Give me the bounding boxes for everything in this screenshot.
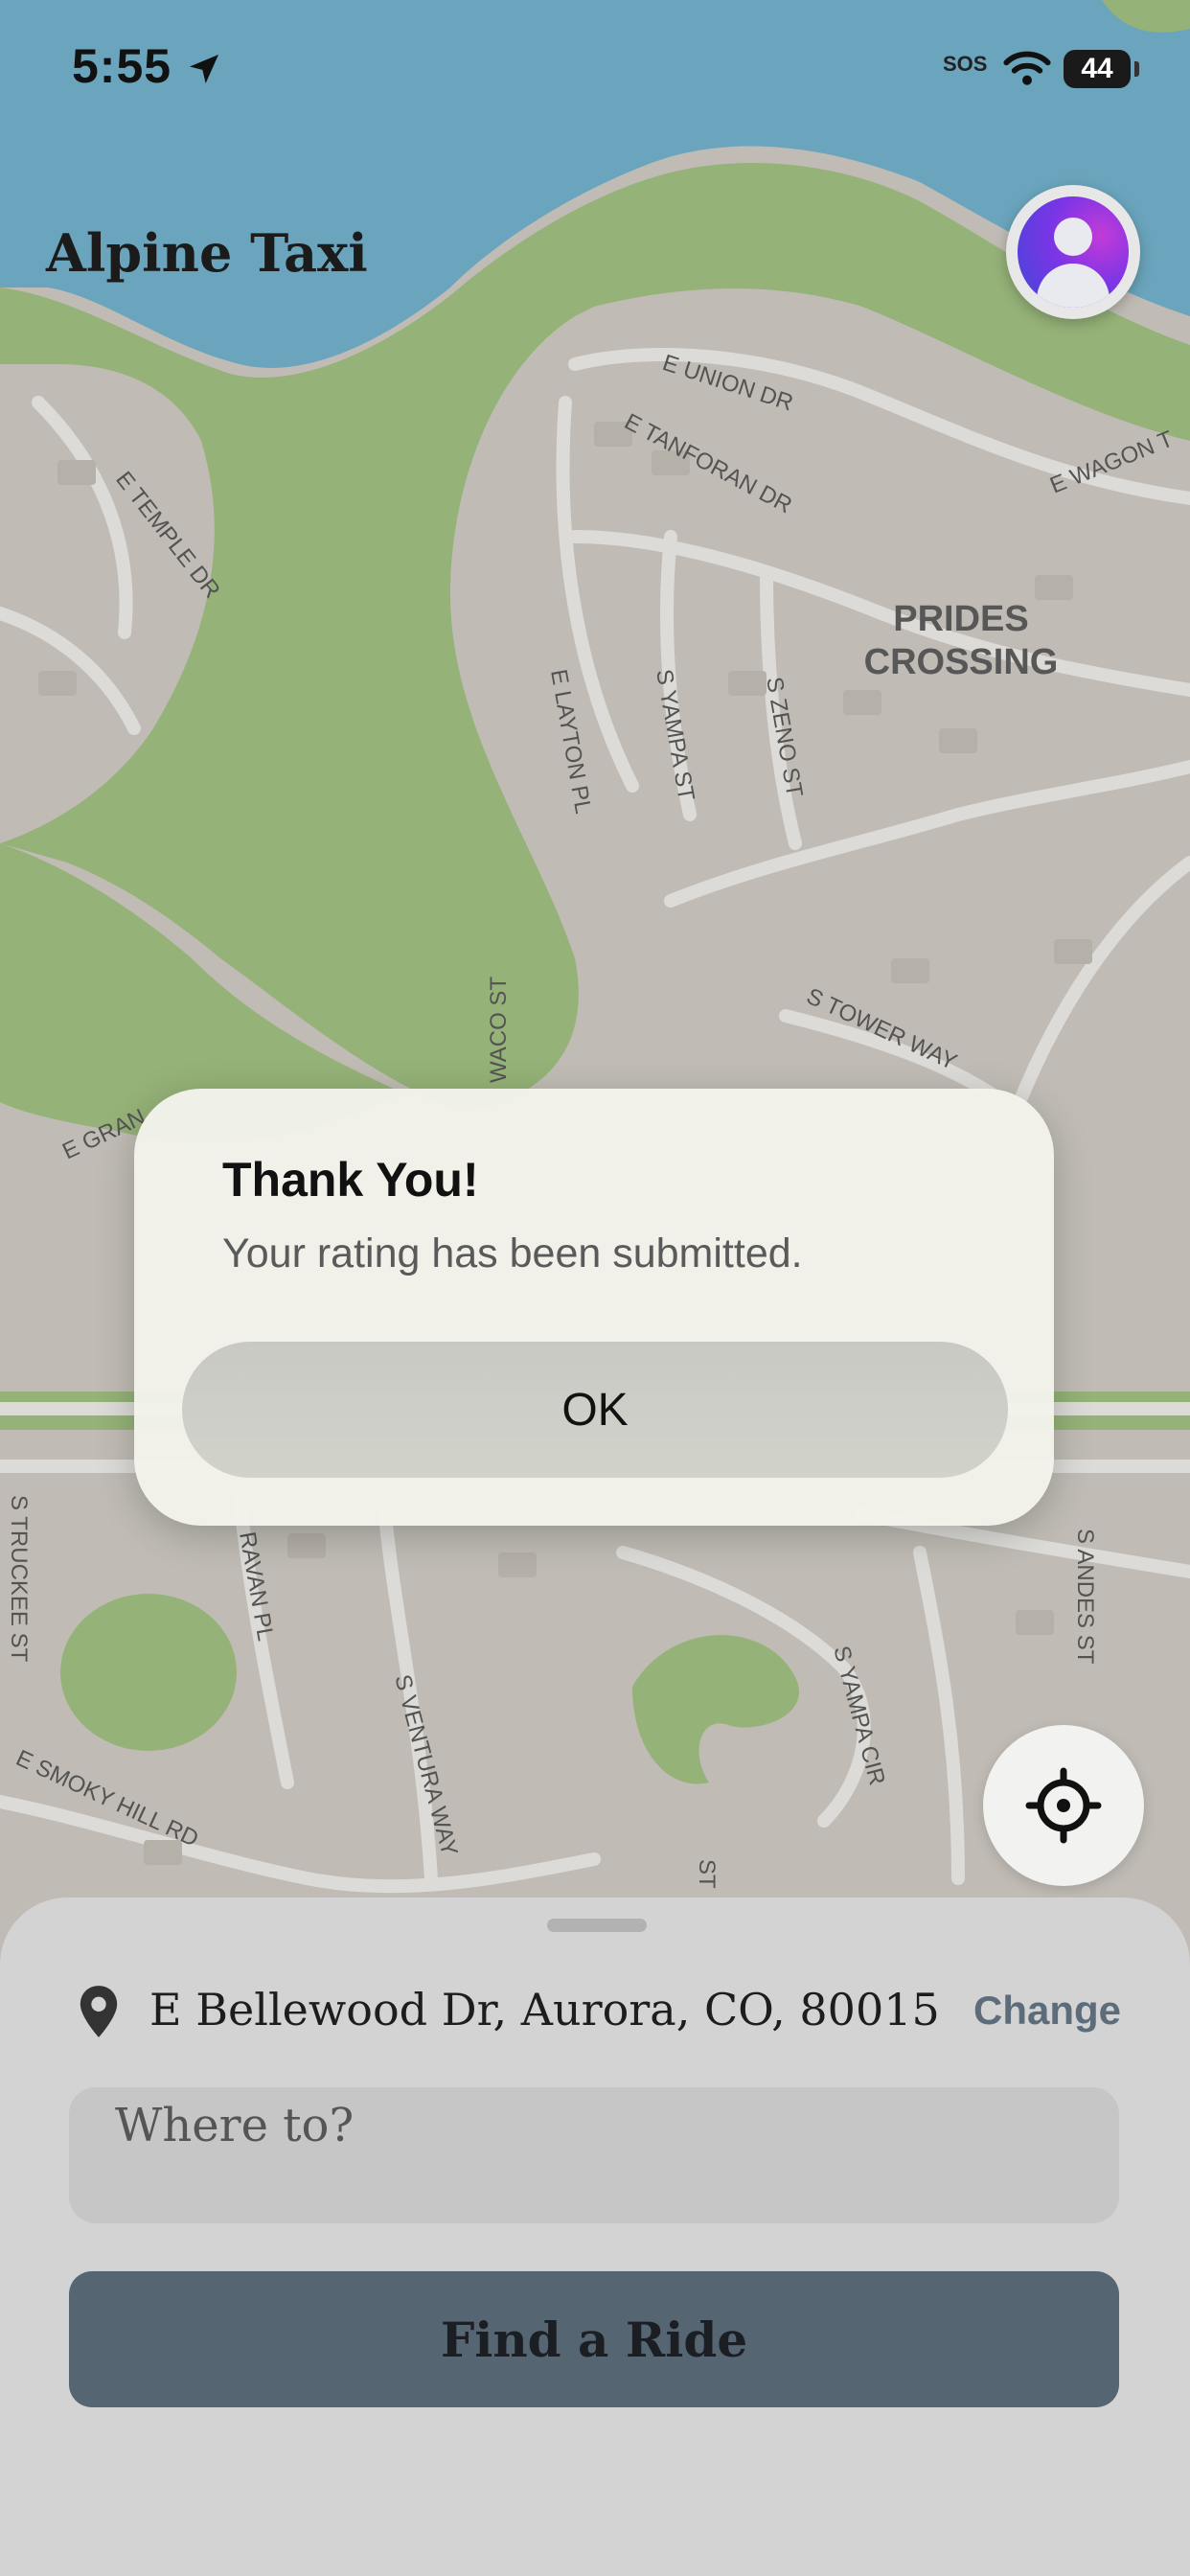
destination-input[interactable]: Where to? xyxy=(69,2087,1119,2223)
rating-submitted-dialog: Thank You! Your rating has been submitte… xyxy=(134,1089,1054,1526)
crosshair-icon xyxy=(1025,1767,1102,1844)
status-bar: 5:55 SOS 44 xyxy=(0,0,1190,144)
location-pin-icon xyxy=(80,1986,118,2037)
ride-bottom-sheet: E Bellewood Dr, Aurora, CO, 80015 Change… xyxy=(0,1898,1190,2576)
sos-indicator: SOS xyxy=(943,52,988,76)
change-pickup-link[interactable]: Change xyxy=(973,1988,1121,2034)
battery-level: 44 xyxy=(1081,53,1113,84)
dialog-title: Thank You! xyxy=(222,1153,479,1207)
location-arrow-icon xyxy=(190,55,218,83)
wifi-icon xyxy=(1003,51,1051,85)
profile-avatar-button[interactable] xyxy=(1006,185,1140,319)
recenter-location-button[interactable] xyxy=(983,1725,1144,1886)
app-title: Alpine Taxi xyxy=(46,222,368,284)
sheet-grabber[interactable] xyxy=(547,1919,647,1932)
pickup-address: E Bellewood Dr, Aurora, CO, 80015 xyxy=(149,1984,940,2036)
status-time: 5:55 xyxy=(72,39,172,93)
destination-placeholder: Where to? xyxy=(115,2099,355,2152)
dialog-message: Your rating has been submitted. xyxy=(222,1230,803,1276)
ok-button[interactable]: OK xyxy=(182,1342,1008,1478)
battery-icon: 44 xyxy=(1064,50,1131,88)
battery-tip xyxy=(1134,61,1139,77)
person-icon xyxy=(1018,196,1129,308)
find-ride-button[interactable]: Find a Ride xyxy=(69,2271,1119,2407)
